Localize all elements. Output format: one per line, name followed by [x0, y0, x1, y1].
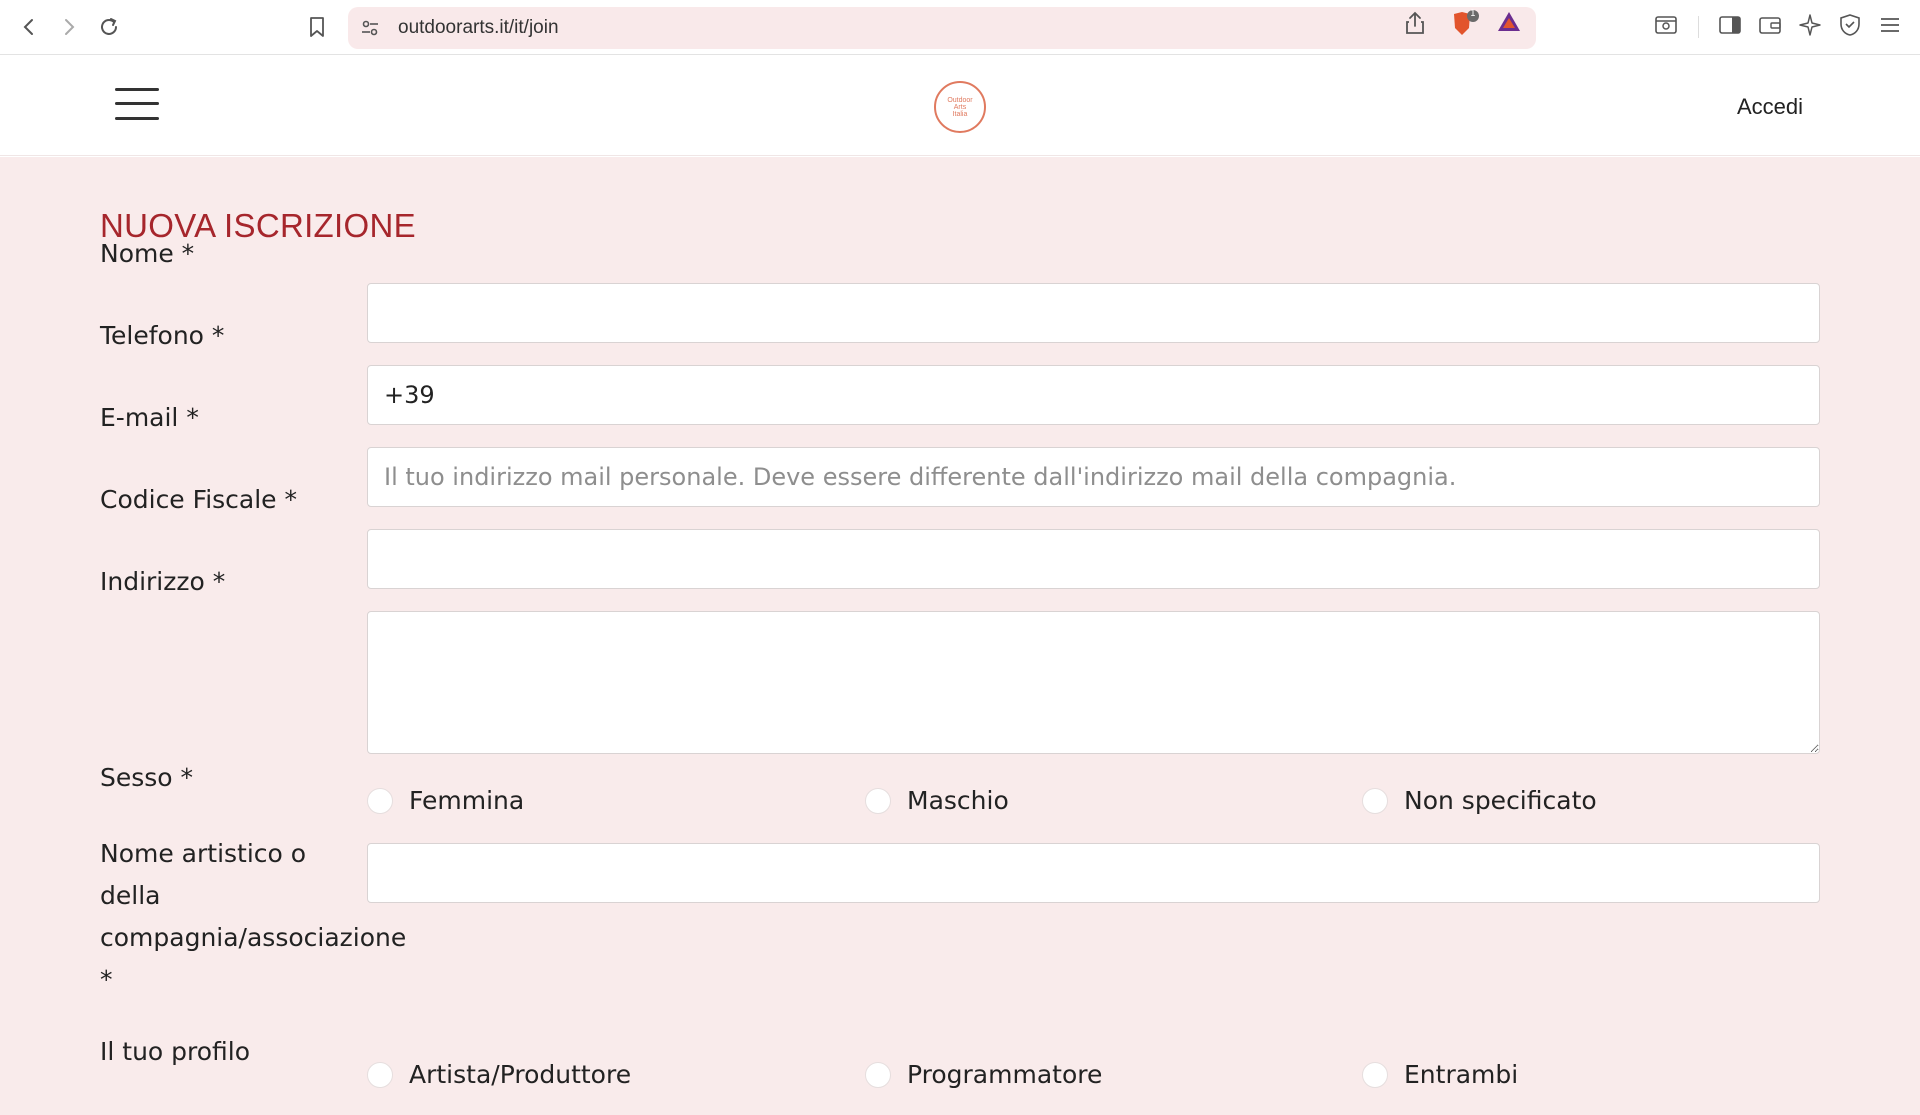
profilo-label: Il tuo profilo — [100, 1037, 251, 1066]
vpn-shield-icon[interactable] — [1838, 13, 1862, 41]
logo-line: Italia — [952, 110, 968, 118]
radio-button[interactable] — [865, 1061, 891, 1088]
brave-shield-icon[interactable]: 1 — [1450, 9, 1480, 42]
wallet-icon[interactable] — [1758, 13, 1782, 41]
radio-label: Maschio — [907, 786, 1009, 815]
radio-entrambi[interactable]: Entrambi — [1362, 1060, 1518, 1089]
email-input[interactable] — [367, 447, 1820, 507]
site-settings-icon[interactable] — [360, 18, 380, 42]
site-header: Outdoor Arts Italia Accedi — [0, 56, 1920, 156]
radio-femmina[interactable]: Femmina — [367, 786, 524, 815]
address-bar[interactable]: outdoorarts.it/it/join — [348, 7, 1536, 49]
share-icon[interactable] — [1404, 10, 1426, 40]
logo-line: Outdoor — [947, 96, 973, 104]
browser-toolbar: outdoorarts.it/it/join 1 — [0, 0, 1920, 55]
menu-icon[interactable] — [1878, 13, 1902, 41]
indirizzo-label: Indirizzo * — [100, 567, 226, 596]
hamburger-menu-icon[interactable] — [115, 86, 160, 122]
sidebar-icon[interactable] — [1718, 13, 1742, 41]
label-line: compagnia/associazione — [100, 923, 407, 952]
nome-input[interactable] — [367, 283, 1820, 343]
radio-button[interactable] — [1362, 787, 1388, 814]
radio-label: Artista/Produttore — [409, 1060, 632, 1089]
nome-artistico-label: Nome artistico o della compagnia/associa… — [100, 833, 406, 1001]
leo-ai-icon[interactable] — [1798, 13, 1822, 41]
email-label: E-mail * — [100, 403, 199, 432]
reader-mode-icon[interactable] — [1654, 13, 1678, 41]
radio-button[interactable] — [367, 1061, 393, 1088]
label-line: della — [100, 881, 161, 910]
reload-icon[interactable] — [94, 12, 124, 42]
site-logo[interactable]: Outdoor Arts Italia — [934, 81, 986, 133]
forward-icon[interactable] — [54, 12, 84, 42]
indirizzo-textarea[interactable] — [367, 611, 1820, 754]
codice-fiscale-label: Codice Fiscale * — [100, 485, 298, 514]
radio-maschio[interactable]: Maschio — [865, 786, 1009, 815]
nome-label: Nome * — [100, 239, 195, 268]
radio-programmatore[interactable]: Programmatore — [865, 1060, 1102, 1089]
brave-rewards-icon[interactable] — [1496, 10, 1522, 38]
radio-label: Programmatore — [907, 1060, 1103, 1089]
toolbar-divider — [1698, 16, 1699, 38]
radio-button[interactable] — [1362, 1061, 1388, 1088]
radio-artista-produttore[interactable]: Artista/Produttore — [367, 1060, 631, 1089]
registration-form: NUOVA ISCRIZIONE Nome * Telefono * E-mai… — [0, 157, 1920, 1115]
bookmark-icon[interactable] — [302, 12, 332, 42]
nome-artistico-input[interactable] — [367, 843, 1820, 903]
logo-line: Arts — [953, 103, 967, 111]
radio-label: Non specificato — [1404, 786, 1597, 815]
shield-badge: 1 — [1470, 9, 1476, 19]
url-text: outdoorarts.it/it/join — [398, 17, 559, 38]
radio-button[interactable] — [367, 787, 393, 814]
label-line: * — [100, 965, 113, 994]
login-link[interactable]: Accedi — [1737, 94, 1803, 120]
radio-non-specificato[interactable]: Non specificato — [1362, 786, 1597, 815]
radio-label: Entrambi — [1404, 1060, 1519, 1089]
telefono-input[interactable] — [367, 365, 1820, 425]
label-line: Nome artistico o — [100, 839, 307, 868]
codice-fiscale-input[interactable] — [367, 529, 1820, 589]
radio-button[interactable] — [865, 787, 891, 814]
telefono-label: Telefono * — [100, 321, 225, 350]
radio-label: Femmina — [409, 786, 525, 815]
back-icon[interactable] — [14, 12, 44, 42]
sesso-label: Sesso * — [100, 763, 194, 792]
